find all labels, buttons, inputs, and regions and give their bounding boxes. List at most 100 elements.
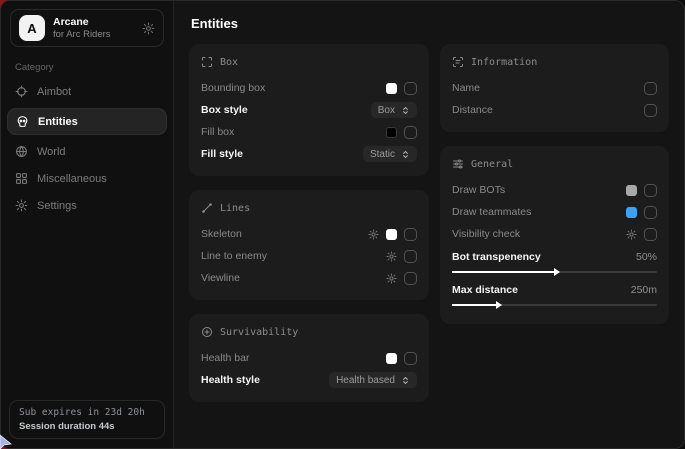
line-icon	[201, 202, 213, 214]
card-title: Box	[220, 57, 238, 68]
mouse-cursor	[0, 434, 14, 449]
setting-row-name: Name	[452, 77, 657, 99]
setting-label: Fill box	[201, 126, 234, 138]
category-label: Category	[15, 62, 159, 73]
setting-label: Health bar	[201, 352, 249, 364]
card-title: Survivability	[220, 327, 298, 338]
health-cross-icon	[201, 326, 213, 338]
box-style-select[interactable]: Box	[371, 102, 417, 118]
brand-subtitle: for Arc Riders	[53, 29, 134, 40]
sliders-icon	[452, 158, 464, 170]
setting-label: Name	[452, 82, 480, 94]
brand-card: A Arcane for Arc Riders	[10, 9, 164, 47]
sub-expiry-text: Sub expires in 23d 20h	[19, 407, 155, 418]
setting-row-skeleton: Skeleton	[201, 223, 417, 245]
setting-row-viewline: Viewline	[201, 267, 417, 289]
draw-bots-checkbox[interactable]	[644, 184, 657, 197]
card-title: General	[471, 159, 513, 170]
gear-icon[interactable]	[386, 273, 397, 284]
setting-row-box-style: Box style Box	[201, 99, 417, 121]
setting-label: Draw BOTs	[452, 184, 505, 196]
chevrons-up-down-icon	[401, 376, 410, 385]
lines-card: Lines Skeleton	[189, 190, 429, 300]
select-value: Box	[378, 105, 395, 116]
name-checkbox[interactable]	[644, 82, 657, 95]
line-to-enemy-checkbox[interactable]	[404, 250, 417, 263]
distance-checkbox[interactable]	[644, 104, 657, 117]
arcane-menu-window: A Arcane for Arc Riders Category	[0, 0, 685, 449]
setting-row-draw-bots: Draw BOTs	[452, 179, 657, 201]
session-duration-text: Session duration 44s	[19, 421, 155, 432]
draw-teammates-color-swatch[interactable]	[626, 207, 637, 218]
box-brackets-icon	[201, 56, 213, 68]
setting-label: Distance	[452, 104, 493, 116]
sidebar-item-label: Miscellaneous	[37, 173, 107, 185]
brand-text: Arcane for Arc Riders	[53, 16, 134, 40]
survivability-card: Survivability Health bar Health style He…	[189, 314, 429, 402]
bot-transparency-slider-group: Bot transpenency 50%	[452, 247, 657, 273]
health-bar-checkbox[interactable]	[404, 352, 417, 365]
slider-fill	[452, 271, 555, 273]
sidebar-item-label: Settings	[37, 200, 77, 212]
setting-label: Max distance	[452, 284, 518, 296]
skull-icon	[16, 115, 29, 128]
brand-title: Arcane	[53, 16, 134, 28]
health-style-select[interactable]: Health based	[329, 372, 417, 388]
setting-label: Skeleton	[201, 228, 242, 240]
slider-value: 250m	[631, 284, 657, 296]
setting-row-line-to-enemy: Line to enemy	[201, 245, 417, 267]
visibility-check-checkbox[interactable]	[644, 228, 657, 241]
slider-value: 50%	[636, 251, 657, 263]
setting-row-visibility-check: Visibility check	[452, 223, 657, 245]
sidebar-item-miscellaneous[interactable]: Miscellaneous	[1, 165, 173, 192]
general-card: General Draw BOTs Draw teammates	[440, 146, 669, 324]
sidebar: A Arcane for Arc Riders Category	[1, 1, 174, 448]
sidebar-item-settings[interactable]: Settings	[1, 192, 173, 219]
health-bar-color-swatch[interactable]	[386, 353, 397, 364]
gear-icon[interactable]	[142, 22, 155, 35]
chevrons-up-down-icon	[401, 150, 410, 159]
max-distance-slider[interactable]	[452, 304, 657, 306]
brand-logo: A	[19, 15, 45, 41]
setting-label: Bot transpenency	[452, 251, 541, 263]
card-title: Lines	[220, 203, 250, 214]
bot-transparency-slider[interactable]	[452, 271, 657, 273]
fill-box-checkbox[interactable]	[404, 126, 417, 139]
setting-label: Fill style	[201, 148, 243, 160]
chevrons-up-down-icon	[401, 106, 410, 115]
setting-label: Visibility check	[452, 228, 520, 240]
gear-icon[interactable]	[626, 229, 637, 240]
viewline-checkbox[interactable]	[404, 272, 417, 285]
sidebar-item-world[interactable]: World	[1, 138, 173, 165]
draw-teammates-checkbox[interactable]	[644, 206, 657, 219]
setting-label: Box style	[201, 104, 248, 116]
subscription-card: Sub expires in 23d 20h Session duration …	[9, 400, 165, 439]
setting-label: Line to enemy	[201, 250, 267, 262]
setting-label: Bounding box	[201, 82, 265, 94]
grid-icon	[15, 172, 28, 185]
setting-label: Viewline	[201, 272, 240, 284]
bounding-box-checkbox[interactable]	[404, 82, 417, 95]
select-value: Health based	[336, 375, 395, 386]
sidebar-nav: Aimbot Entities World	[1, 78, 173, 219]
gear-icon[interactable]	[368, 229, 379, 240]
bounding-box-color-swatch[interactable]	[386, 83, 397, 94]
sidebar-item-label: Aimbot	[37, 86, 71, 98]
max-distance-slider-group: Max distance 250m	[452, 280, 657, 306]
skeleton-color-swatch[interactable]	[386, 229, 397, 240]
crosshair-icon	[15, 85, 28, 98]
setting-label: Health style	[201, 374, 260, 386]
gear-icon[interactable]	[386, 251, 397, 262]
draw-bots-color-swatch[interactable]	[626, 185, 637, 196]
setting-row-fill-box: Fill box	[201, 121, 417, 143]
setting-row-draw-teammates: Draw teammates	[452, 201, 657, 223]
slider-fill	[452, 304, 497, 306]
sidebar-item-label: Entities	[38, 116, 78, 128]
sidebar-item-aimbot[interactable]: Aimbot	[1, 78, 173, 105]
sidebar-item-entities[interactable]: Entities	[7, 108, 167, 135]
skeleton-checkbox[interactable]	[404, 228, 417, 241]
setting-row-health-style: Health style Health based	[201, 369, 417, 391]
fill-box-color-swatch[interactable]	[386, 127, 397, 138]
page-title: Entities	[191, 16, 669, 31]
fill-style-select[interactable]: Static	[363, 146, 417, 162]
